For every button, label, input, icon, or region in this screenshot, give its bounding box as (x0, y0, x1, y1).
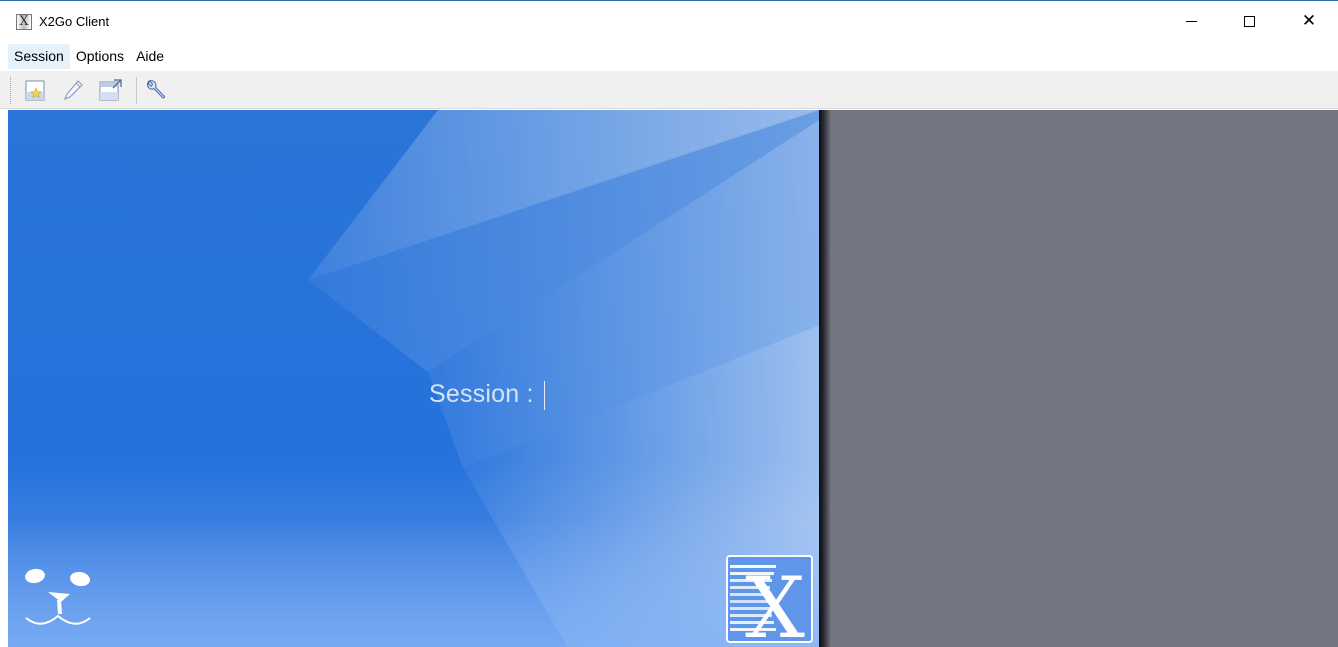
menu-aide[interactable]: Aide (130, 44, 170, 69)
x2go-mascot-logo (20, 566, 92, 637)
menu-session[interactable]: Session (8, 43, 70, 69)
wrench-icon (146, 79, 165, 99)
session-input-caret[interactable] (544, 381, 545, 410)
menu-bar: Session Options Aide (0, 43, 1338, 69)
new-session-button[interactable] (21, 76, 49, 104)
minimize-button[interactable] (1168, 1, 1214, 41)
maximize-button[interactable] (1226, 1, 1272, 41)
settings-button[interactable] (142, 76, 170, 104)
minimize-icon (1185, 20, 1197, 22)
menu-options[interactable]: Options (70, 44, 130, 69)
sessions-panel (831, 110, 1338, 647)
maximize-icon (1243, 15, 1255, 27)
toolbar (0, 71, 1338, 109)
close-button[interactable]: ✕ (1286, 1, 1332, 41)
x2go-x-logo: X (726, 555, 813, 643)
new-session-icon (25, 80, 45, 101)
session-banner: Session : X (8, 110, 819, 647)
title-bar[interactable]: X X2Go Client ✕ (0, 1, 1338, 41)
session-export-button[interactable] (97, 76, 125, 104)
session-label: Session : (429, 380, 534, 408)
export-icon (99, 79, 122, 101)
x2go-app-icon: X (16, 14, 32, 30)
svg-text:X: X (745, 559, 805, 641)
pencil-icon (64, 80, 83, 100)
edit-session-button[interactable] (59, 76, 87, 104)
panel-divider-shadow (819, 110, 831, 647)
toolbar-separator (136, 77, 137, 104)
toolbar-grip[interactable] (10, 77, 12, 104)
window-title: X2Go Client (39, 14, 110, 29)
x2go-client-window: X X2Go Client ✕ Session Options Aide Ses… (0, 0, 1338, 647)
close-icon: ✕ (1301, 10, 1317, 31)
banner-background (8, 110, 819, 647)
